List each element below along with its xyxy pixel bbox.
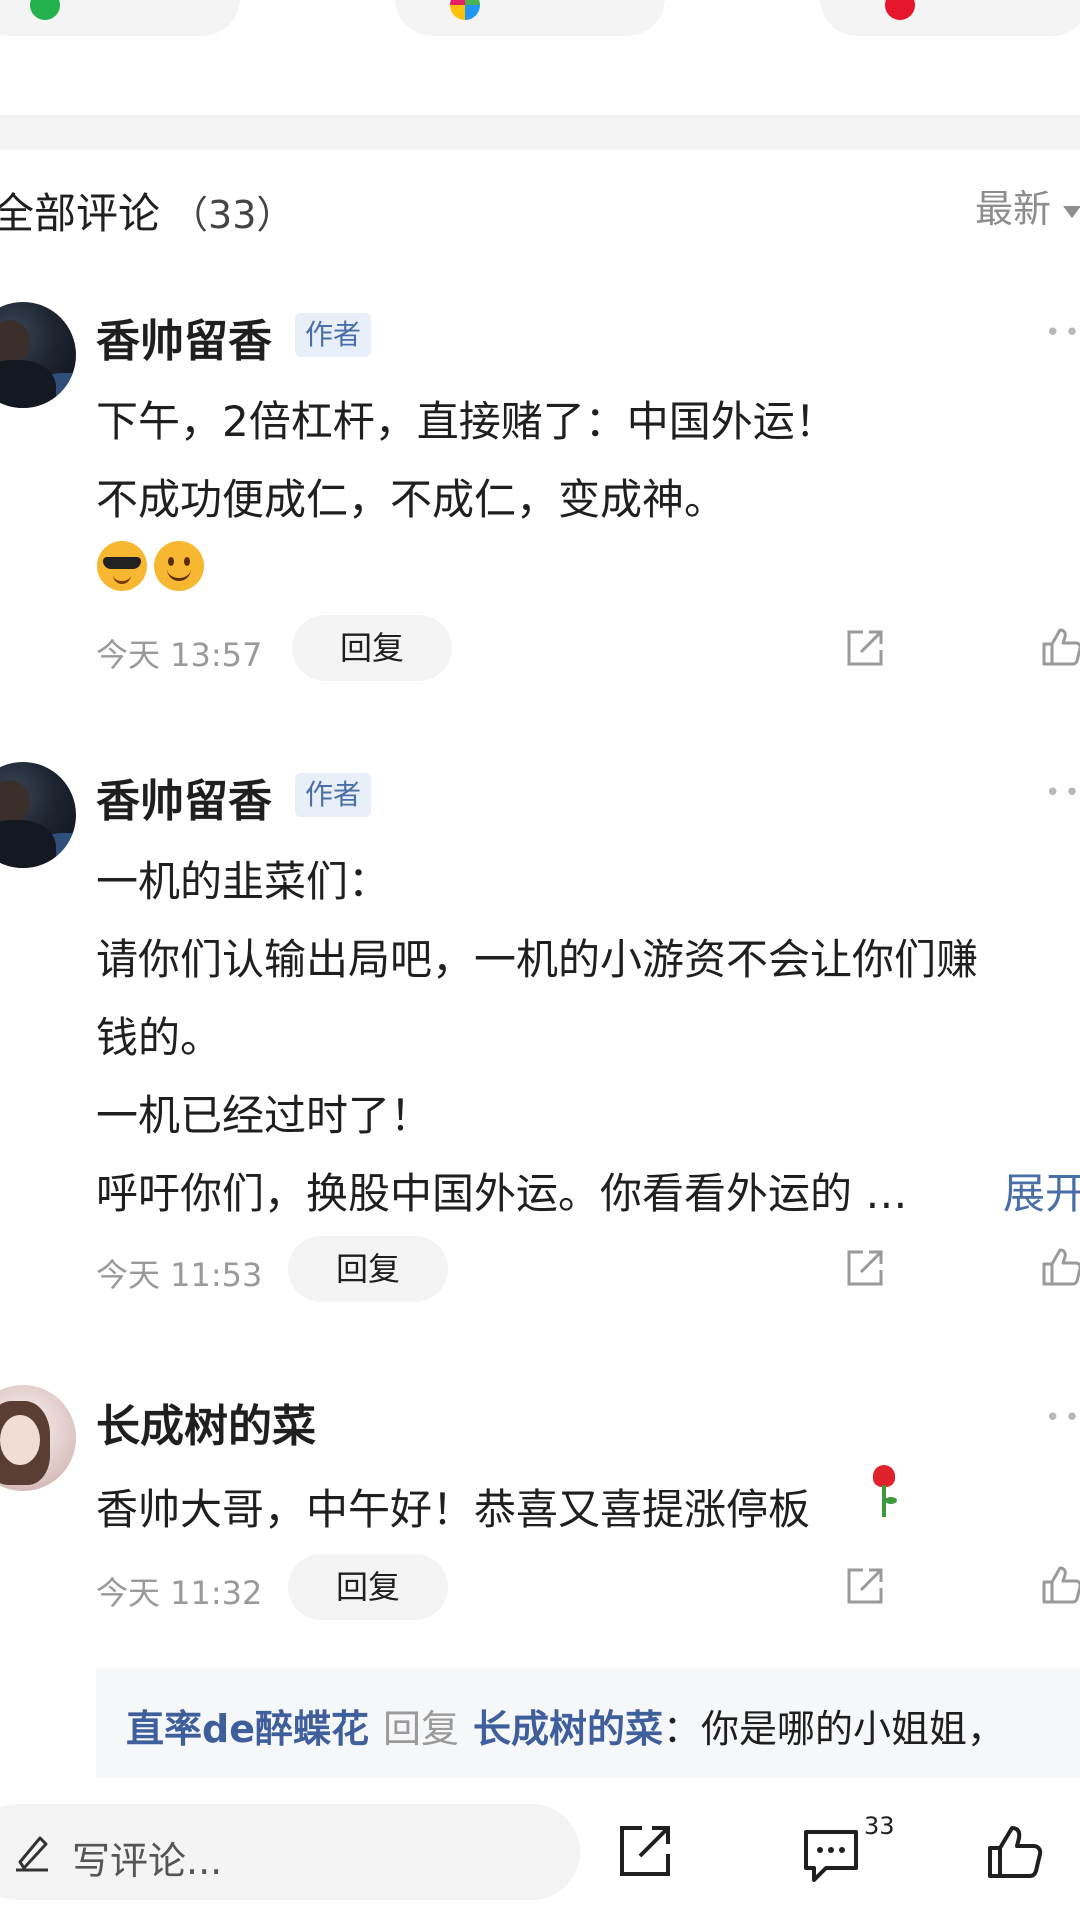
author-badge: 作者 [295,313,371,357]
weibo-icon [885,0,915,20]
reply-button[interactable]: 回复 [288,1554,448,1620]
avatar[interactable] [0,762,76,868]
more-options-icon[interactable]: •• [1045,1403,1080,1433]
comment-time: 今天 11:32 [96,1574,263,1612]
section-divider [0,115,1080,150]
comment-text-line: 请你们认输出局吧，一机的小游资不会让你们赚 [96,935,979,984]
sub-reply-box[interactable]: 直率de醉蝶花 回复 长成树的菜：你是哪的小姐姐， [96,1668,1080,1778]
author-badge: 作者 [295,773,371,817]
comments-count: （33） [170,193,295,237]
comments-header: 全部评论 （33） [0,180,294,241]
comment-text-line: 钱的。 [96,1013,223,1062]
comment-text-line: 一机的韭菜们： [96,857,391,906]
comment-time: 今天 11:53 [96,1256,263,1294]
comment-time: 今天 13:57 [96,636,263,674]
comment-username[interactable]: 长成树的菜 [96,1390,316,1454]
reply-author[interactable]: 直率de醉蝶花 [126,1707,369,1751]
like-icon[interactable] [1040,1244,1080,1288]
caret-down-icon [1063,205,1080,218]
comment-text-line: 一机已经过时了！ [96,1091,433,1140]
share-icon[interactable] [843,1246,887,1290]
reply-text: ：你是哪的小姐姐， [663,1707,1006,1751]
wechat-icon [30,0,60,20]
like-icon[interactable] [1040,624,1080,668]
sub-reply: 直率de醉蝶花 回复 长成树的菜：你是哪的小姐姐， [126,1698,1005,1753]
share-pill-weibo[interactable] [820,0,1080,36]
like-icon[interactable] [984,1820,1046,1882]
more-options-icon[interactable]: •• [1045,318,1080,348]
share-icon[interactable] [614,1820,676,1882]
comment-username[interactable]: 香帅留香 [96,765,272,829]
comment-text-line: 下午，2倍杠杆，直接赌了：中国外运！ [96,397,837,446]
expand-link[interactable]: 展开 [1003,1160,1080,1221]
bottom-bar: 写评论... 33 [0,1780,1080,1920]
reply-button[interactable]: 回复 [292,615,452,681]
comment-text-line: 不成功便成仁，不成仁，变成神。 [96,475,727,524]
comment-text-line: 呼吁你们，换股中国外运。你看看外运的 … [96,1169,908,1218]
avatar[interactable] [0,302,76,408]
share-pill-wechat[interactable] [0,0,240,36]
pencil-icon [16,1836,48,1872]
comments-title: 全部评论 [0,189,161,238]
moments-icon [450,0,480,20]
comment-count-badge: 33 [864,1812,895,1840]
share-pill-moments[interactable] [395,0,665,36]
smile-emoji [154,541,204,591]
sort-label: 最新 [975,187,1052,231]
like-icon[interactable] [1040,1562,1080,1606]
avatar[interactable] [0,1385,76,1491]
reply-button[interactable]: 回复 [288,1236,448,1302]
comment-input[interactable]: 写评论... [0,1804,580,1900]
share-icon[interactable] [843,1564,887,1608]
comment-placeholder: 写评论... [72,1839,223,1883]
sort-dropdown[interactable]: 最新 [975,178,1080,233]
comment-text-line: 香帅大哥，中午好！恭喜又喜提涨停板 [96,1485,811,1534]
comment-bubble-icon[interactable] [800,1824,862,1886]
reply-verb: 回复 [382,1707,459,1751]
cool-face-emoji [97,541,147,591]
reply-target[interactable]: 长成树的菜 [473,1707,663,1751]
share-icon[interactable] [843,626,887,670]
comment-username[interactable]: 香帅留香 [96,305,272,369]
more-options-icon[interactable]: •• [1045,778,1080,808]
rose-emoji [869,1465,899,1519]
